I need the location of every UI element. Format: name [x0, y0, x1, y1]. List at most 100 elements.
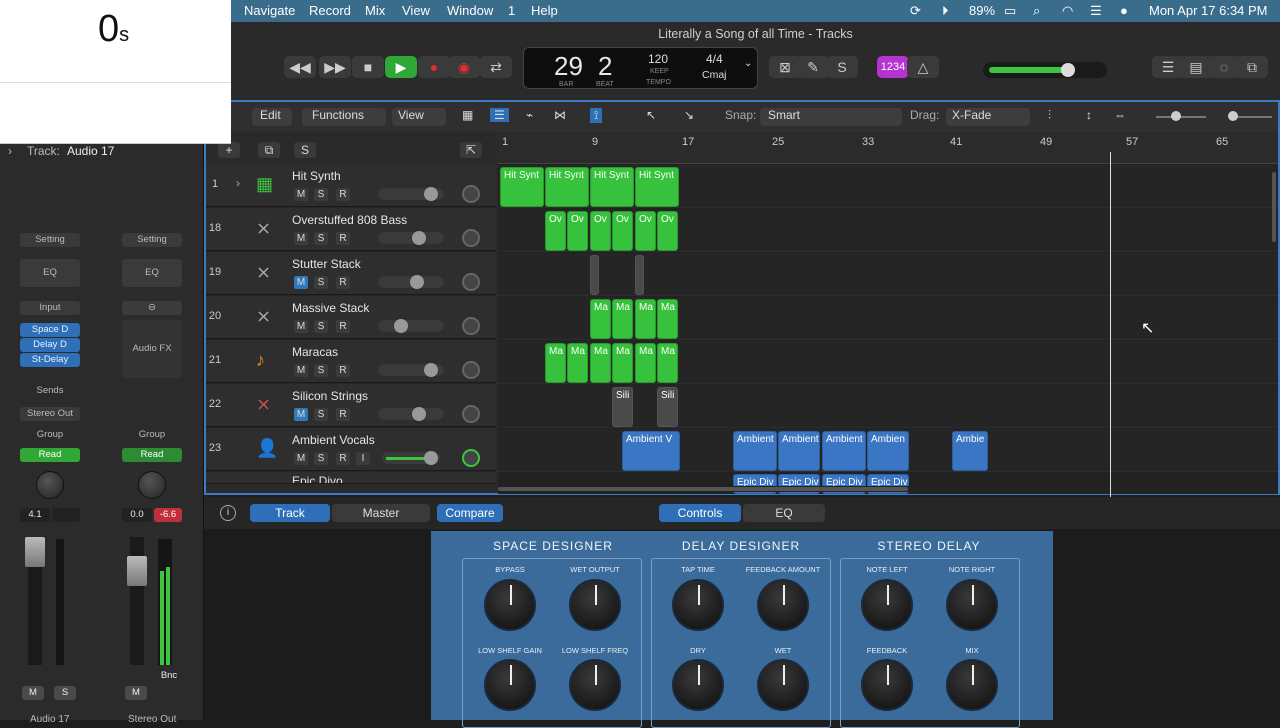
fader-handle[interactable]	[394, 319, 408, 333]
plugin-slot-3[interactable]: St-Delay	[20, 353, 80, 367]
region[interactable]	[590, 255, 599, 295]
region[interactable]: Ov	[612, 211, 633, 251]
info-icon[interactable]: i	[220, 505, 236, 521]
pencil-icon[interactable]: ✎	[797, 56, 829, 78]
fader-handle[interactable]	[424, 187, 438, 201]
region[interactable]: Ov	[590, 211, 611, 251]
pan-knob[interactable]	[462, 405, 480, 423]
mute-button[interactable]: M	[294, 188, 308, 201]
track-lane[interactable]	[498, 253, 1278, 296]
volume-readout-1[interactable]: 4.1	[20, 508, 50, 522]
knob[interactable]	[672, 659, 724, 711]
group-slot-1[interactable]: Group	[20, 428, 80, 442]
vertical-scrollbar[interactable]	[1272, 172, 1276, 242]
knob[interactable]	[757, 579, 809, 631]
group-slot-2[interactable]: Group	[122, 428, 182, 442]
knob[interactable]	[484, 659, 536, 711]
region[interactable]: Hit Synt	[545, 167, 589, 207]
solo-button[interactable]: S	[314, 408, 328, 421]
track-name[interactable]: Massive Stack	[292, 301, 369, 315]
solo-icon[interactable]: S	[826, 56, 858, 78]
input-monitor-button[interactable]: I	[356, 452, 370, 465]
record-enable-button[interactable]: R	[336, 452, 350, 465]
region[interactable]: Ov	[567, 211, 588, 251]
automation-read-1[interactable]: Read	[20, 448, 80, 462]
volume-fader[interactable]	[378, 275, 444, 289]
volume-fader[interactable]	[378, 363, 444, 377]
fader-handle[interactable]	[410, 275, 424, 289]
track-header[interactable]: Epic Divo	[206, 472, 496, 484]
record-enable-button[interactable]: R	[336, 276, 350, 289]
stop-button[interactable]: ■	[352, 56, 384, 78]
horizontal-scrollbar[interactable]	[498, 486, 1278, 492]
fader-handle-1[interactable]	[25, 537, 45, 567]
control-center-icon[interactable]: ☰	[1090, 3, 1102, 19]
fader-handle[interactable]	[424, 363, 438, 377]
zoom-fit-icon[interactable]: ⋈	[554, 108, 566, 122]
menu-record[interactable]: Record	[309, 3, 351, 18]
knob[interactable]	[757, 659, 809, 711]
pan-knob[interactable]	[462, 449, 480, 467]
region[interactable]: Ma	[590, 343, 611, 383]
menu-view[interactable]: View	[402, 3, 430, 18]
link-icon[interactable]: ⊖	[122, 301, 182, 315]
solo-button[interactable]: S	[314, 320, 328, 333]
waveform-zoom-icon[interactable]: ⫶	[1048, 108, 1051, 123]
search-icon[interactable]: ⌕	[1033, 3, 1040, 19]
eq-button-1[interactable]: EQ	[20, 259, 80, 287]
master-volume-slider[interactable]	[983, 62, 1107, 78]
region[interactable]: Sili	[612, 387, 633, 427]
compare-button[interactable]: Compare	[437, 504, 503, 522]
region[interactable]: Hit Synt	[500, 167, 544, 207]
functions-menu[interactable]: Functions	[312, 108, 364, 122]
metronome-icon[interactable]: △	[907, 56, 939, 78]
pointer-tool-icon[interactable]: ↖	[646, 108, 656, 122]
mute-button[interactable]: M	[294, 276, 308, 289]
battery-icon[interactable]: ▭	[1004, 3, 1016, 19]
vertical-zoom-icon[interactable]: ↕	[1086, 108, 1092, 122]
track-header[interactable]: 19 ⨯ Stutter Stack MSR	[206, 252, 496, 295]
mute-button[interactable]: M	[294, 320, 308, 333]
menu-window[interactable]: Window	[447, 3, 493, 18]
track-name[interactable]: Stutter Stack	[292, 257, 361, 271]
region[interactable]: Ov	[545, 211, 566, 251]
region[interactable]: Ma	[612, 343, 633, 383]
region[interactable]: Ambie	[952, 431, 988, 471]
setting-button-2[interactable]: Setting	[122, 233, 182, 247]
knob[interactable]	[569, 579, 621, 631]
eq-button-2[interactable]: EQ	[122, 259, 182, 287]
ruler[interactable]: 1 9 17 25 33 41 49 57 65	[498, 134, 1278, 164]
track-header[interactable]: 23 👤 Ambient Vocals MSRI	[206, 428, 496, 471]
arrange-area[interactable]: 1 9 17 25 33 41 49 57 65 Hit Synt Hit Sy…	[498, 134, 1278, 494]
knob[interactable]	[946, 659, 998, 711]
snap-select[interactable]: Smart	[768, 108, 800, 122]
record-enable-button[interactable]: R	[336, 232, 350, 245]
record-button[interactable]: ●	[418, 56, 450, 78]
play-circle-icon[interactable]: ⏵	[942, 3, 949, 19]
track-name[interactable]: Epic Divo	[292, 474, 343, 483]
track-header[interactable]: 20 ⨯ Massive Stack MSR	[206, 296, 496, 339]
list-icon[interactable]: ☰	[490, 108, 509, 122]
pan-knob[interactable]	[462, 273, 480, 291]
record-enable-button[interactable]: R	[336, 320, 350, 333]
disclosure-icon[interactable]: ›	[8, 144, 12, 158]
region[interactable]: Ma	[567, 343, 588, 383]
global-solo-button[interactable]: S	[294, 142, 316, 158]
region[interactable]: Ma	[635, 299, 656, 339]
add-track-button[interactable]: +	[218, 142, 240, 158]
region[interactable]: Ambient	[733, 431, 777, 471]
track-name[interactable]: Maracas	[292, 345, 338, 359]
region[interactable]: Ma	[657, 299, 678, 339]
chevron-down-icon[interactable]: ⌄	[744, 58, 752, 69]
browser-icon[interactable]: ⧉	[1236, 56, 1268, 78]
clock[interactable]: Mon Apr 17 6:34 PM	[1149, 3, 1268, 18]
track-name[interactable]: Overstuffed 808 Bass	[292, 213, 407, 227]
region[interactable]: Hit Synt	[590, 167, 634, 207]
track-header[interactable]: 18 ⨯ Overstuffed 808 Bass MSR	[206, 208, 496, 251]
vertical-zoom-handle[interactable]	[1171, 111, 1181, 121]
knob[interactable]	[861, 579, 913, 631]
horizontal-zoom-icon[interactable]: ⇔	[1114, 108, 1126, 122]
menu-1[interactable]: 1	[508, 3, 515, 18]
volume-fader[interactable]	[378, 231, 444, 245]
track-header[interactable]: 1 › ▦ Hit Synth MSR	[206, 164, 496, 207]
